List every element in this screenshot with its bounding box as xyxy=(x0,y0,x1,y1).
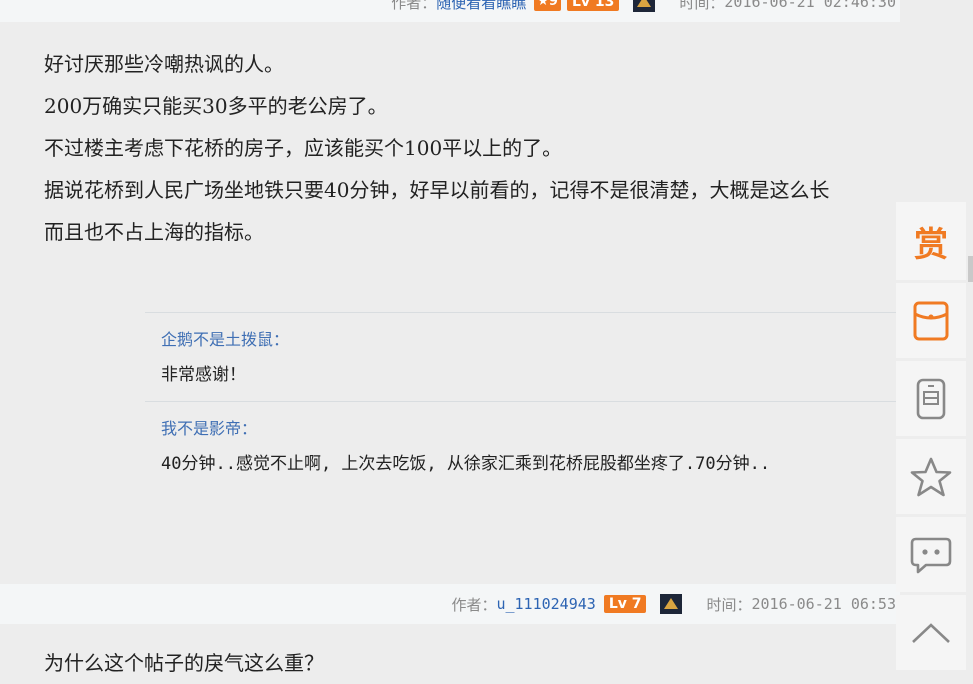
post-line: 不过楼主考虑下花桥的房子，应该能买个100平以上的了。 xyxy=(44,136,563,160)
reply-item: 企鹅不是土拨鼠： 非常感谢！ xyxy=(145,329,897,387)
mobile-button[interactable] xyxy=(896,361,966,436)
level-badge: Lv 7 xyxy=(603,595,647,613)
star-badge: ★9 xyxy=(534,0,561,11)
floating-sidebar: 赏 xyxy=(896,200,973,673)
time-prefix: 时间： xyxy=(706,595,752,614)
medal-icon xyxy=(660,594,683,614)
reply-text: 40分钟..感觉不止啊, 上次去吃饭, 从徐家汇乘到花桥屁股都坐疼了.70分钟.… xyxy=(161,454,771,474)
reply-divider xyxy=(145,401,897,402)
red-packet-button[interactable] xyxy=(896,283,966,358)
post-line: 而且也不占上海的指标。 xyxy=(44,220,264,244)
post-time: 2016-06-21 02:46:30 xyxy=(724,0,896,11)
mobile-icon xyxy=(916,378,946,419)
comment-icon xyxy=(910,537,952,573)
reply-username[interactable]: 企鹅不是土拨鼠： xyxy=(161,329,897,351)
scrollbar-thumb[interactable] xyxy=(968,256,973,282)
post-line: 200万确实只能买30多平的老公房了。 xyxy=(44,94,388,118)
level-badge: Lv 13 xyxy=(566,0,620,11)
post-time: 2016-06-21 06:53 xyxy=(751,595,897,613)
reward-icon: 赏 xyxy=(914,224,948,265)
reply-text: 非常感谢！ xyxy=(161,365,246,385)
back-to-top-button[interactable] xyxy=(896,595,966,670)
reward-button[interactable]: 赏 xyxy=(896,202,966,280)
post-line: 为什么这个帖子的戾气这么重？ xyxy=(44,651,324,675)
comment-button[interactable] xyxy=(896,517,966,592)
post-line: 据说花桥到人民广场坐地铁只要40分钟，好早以前看的，记得不是很清楚，大概是这么长 xyxy=(44,178,830,202)
post-meta-row: 作者： u_111024943 Lv 7 时间： 2016-06-21 06:5… xyxy=(0,584,900,624)
author-prefix: 作者： xyxy=(391,0,437,12)
red-packet-icon xyxy=(913,301,949,340)
reply-username[interactable]: 我不是影帝： xyxy=(161,418,897,440)
post-meta-row: 作者： 随便看看瞧瞧 ★9 Lv 13 时间： 2016-06-21 02:46… xyxy=(0,0,900,22)
favorite-button[interactable] xyxy=(896,439,966,514)
time-prefix: 时间： xyxy=(679,0,725,12)
author-link[interactable]: u_111024943 xyxy=(496,595,595,613)
favorite-star-icon xyxy=(910,457,952,496)
post-line: 好讨厌那些冷嘲热讽的人。 xyxy=(44,52,284,76)
medal-icon xyxy=(633,0,656,12)
author-prefix: 作者： xyxy=(451,595,497,614)
reply-item: 我不是影帝： 40分钟..感觉不止啊, 上次去吃饭, 从徐家汇乘到花桥屁股都坐疼… xyxy=(145,418,897,476)
reply-list: 企鹅不是土拨鼠： 非常感谢！ 我不是影帝： 40分钟..感觉不止啊, 上次去吃饭… xyxy=(145,312,897,503)
post-body: 为什么这个帖子的戾气这么重？ xyxy=(44,642,324,684)
back-to-top-icon xyxy=(912,622,950,643)
author-link[interactable]: 随便看看瞧瞧 xyxy=(436,0,526,13)
post-body: 好讨厌那些冷嘲热讽的人。 200万确实只能买30多平的老公房了。 不过楼主考虑下… xyxy=(44,43,829,253)
